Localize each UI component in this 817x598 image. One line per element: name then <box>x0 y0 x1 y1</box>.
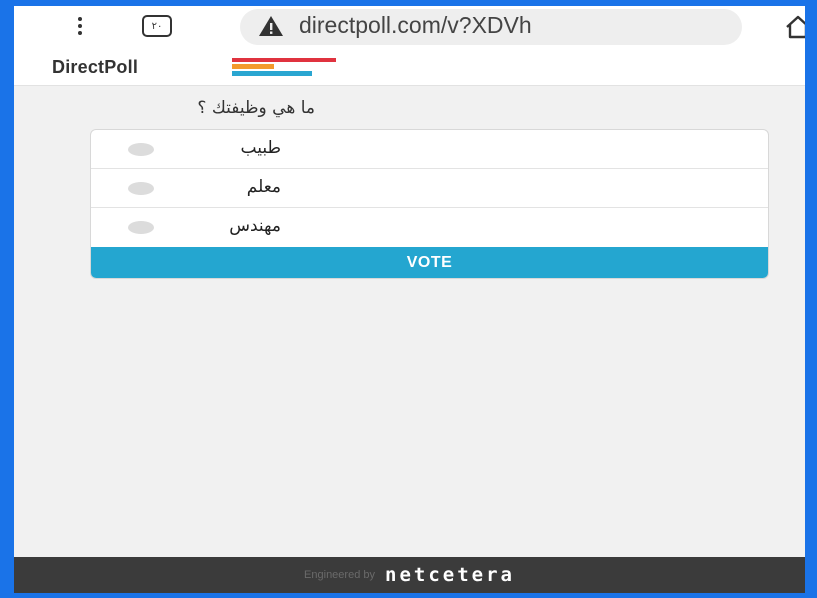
url-text[interactable]: directpoll.com/v?XDVh <box>299 12 532 39</box>
site-logo-text[interactable]: DirectPoll <box>52 57 138 78</box>
poll-option-label: طبيب <box>240 138 281 158</box>
more-menu-icon[interactable] <box>70 14 90 38</box>
poll-option[interactable]: مهندس <box>91 208 768 247</box>
poll-option-label: معلم <box>246 177 281 197</box>
browser-toolbar: ٢٠ directpoll.com/v?XDVh <box>14 6 805 48</box>
screenshot-frame: ٢٠ directpoll.com/v?XDVh DirectPoll ما ه… <box>0 0 817 598</box>
footer-engineered-by: Engineered by <box>304 569 375 581</box>
tab-switcher-button[interactable]: ٢٠ <box>142 15 172 37</box>
site-logo-bars-icon <box>232 58 336 76</box>
poll-question: ما هي وظيفتك ؟ <box>197 98 315 118</box>
poll-option-label: مهندس <box>229 216 281 236</box>
home-icon[interactable] <box>784 14 812 40</box>
warning-icon[interactable] <box>258 14 284 38</box>
vote-button[interactable]: VOTE <box>91 247 768 278</box>
footer: Engineered by netcetera <box>14 557 805 593</box>
footer-brand-logo[interactable]: netcetera <box>385 564 515 586</box>
radio-button[interactable] <box>128 143 154 156</box>
radio-button[interactable] <box>128 182 154 195</box>
poll-option[interactable]: طبيب <box>91 130 768 169</box>
site-header: DirectPoll <box>14 48 805 86</box>
tab-count: ٢٠ <box>151 20 163 32</box>
poll-option[interactable]: معلم <box>91 169 768 208</box>
radio-button[interactable] <box>128 221 154 234</box>
poll-card: طبيب معلم مهندس VOTE <box>90 129 769 279</box>
